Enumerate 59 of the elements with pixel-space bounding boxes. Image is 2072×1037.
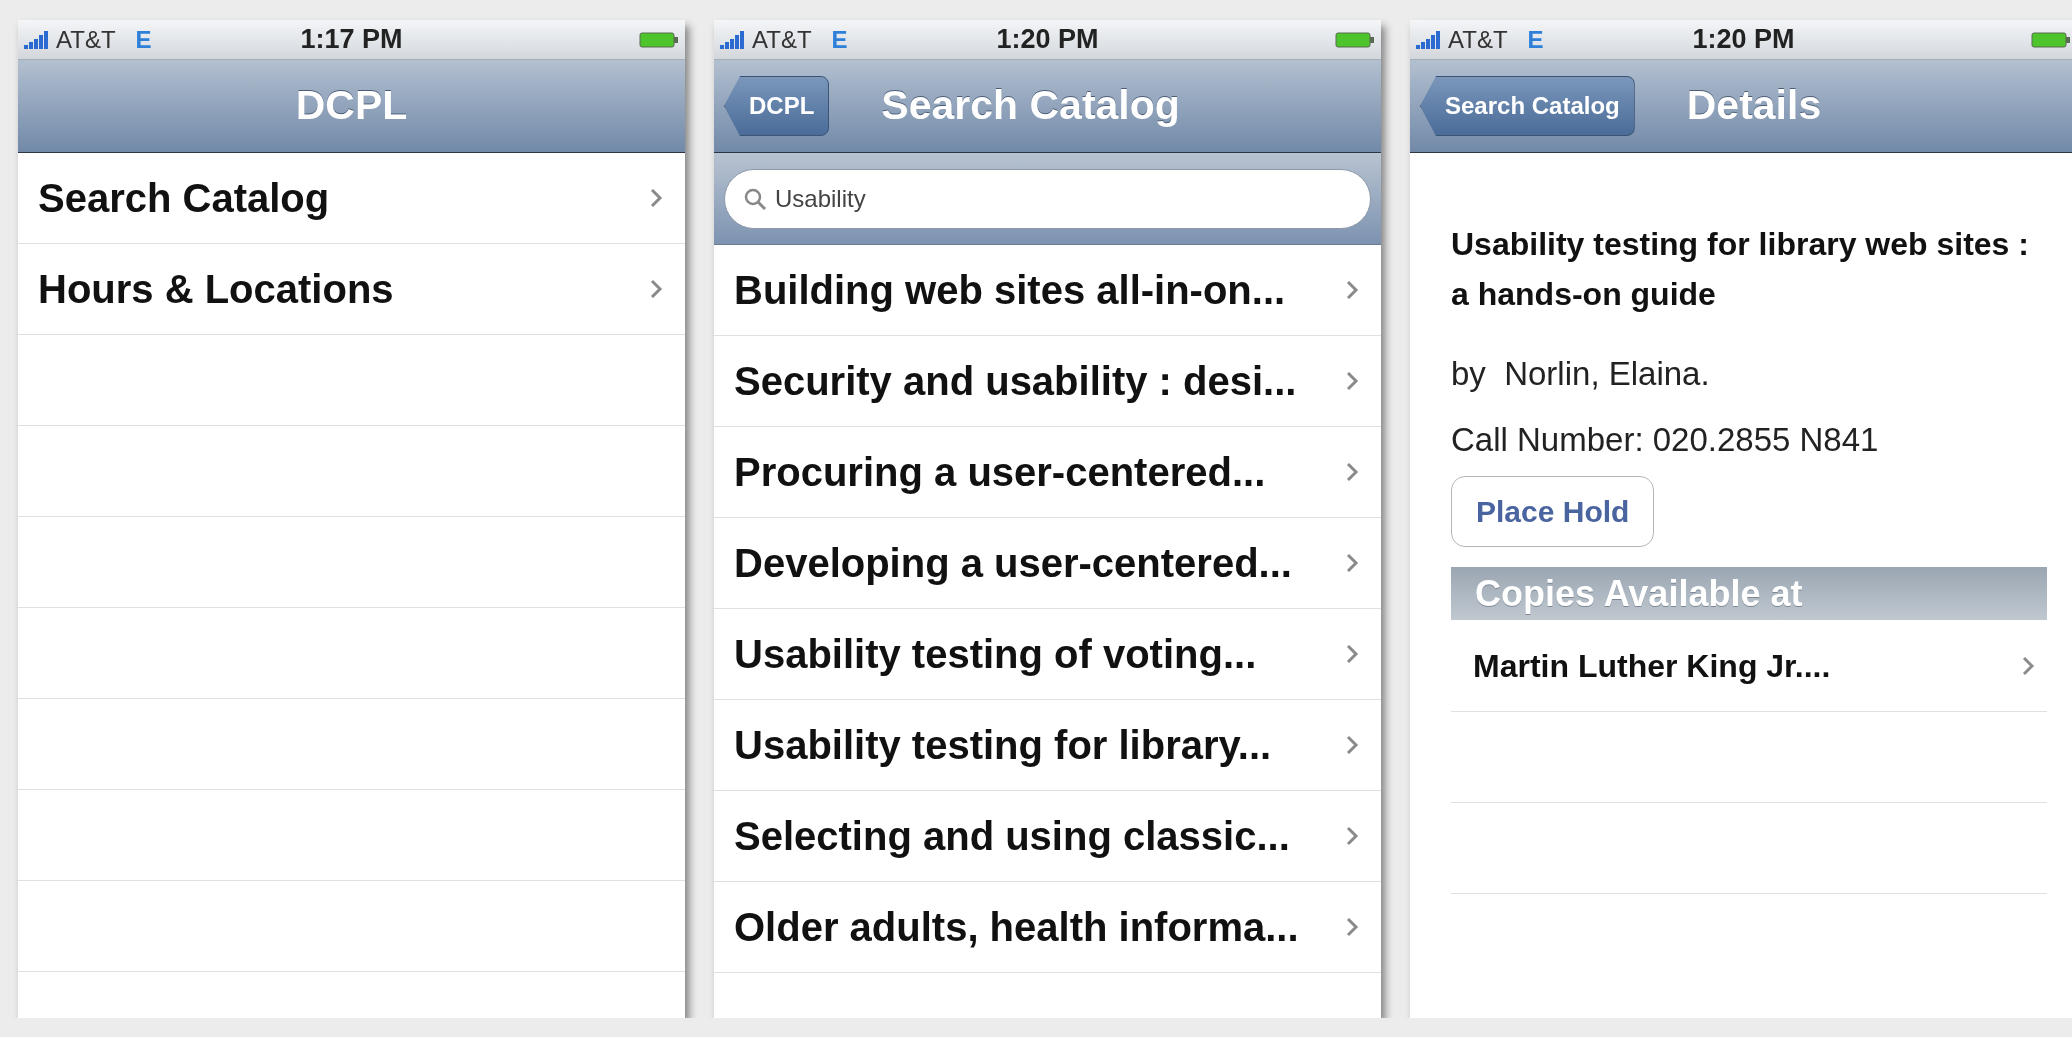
chevron-icon bbox=[1345, 916, 1359, 938]
list-row[interactable]: Developing a user-centered... bbox=[714, 518, 1381, 609]
list-row[interactable]: Selecting and using classic... bbox=[714, 791, 1381, 882]
row-label: Building web sites all-in-on... bbox=[734, 267, 1286, 314]
network-type: E bbox=[135, 24, 152, 55]
list-row[interactable]: Procuring a user-centered... bbox=[714, 427, 1381, 518]
list-row[interactable]: Older adults, health informa... bbox=[714, 882, 1381, 973]
back-button[interactable]: DCPL bbox=[724, 76, 830, 136]
list-row[interactable]: Building web sites all-in-on... bbox=[714, 245, 1381, 336]
list-row[interactable]: Search Catalog bbox=[18, 153, 685, 244]
list-row[interactable]: Usability testing for library... bbox=[714, 700, 1381, 791]
battery-icon bbox=[1335, 31, 1375, 48]
row-label: Martin Luther King Jr.... bbox=[1473, 646, 1831, 686]
row-label: Usability testing for library... bbox=[734, 722, 1272, 769]
search-icon bbox=[743, 186, 767, 211]
chevron-icon bbox=[649, 187, 663, 209]
status-time: 1:20 PM bbox=[996, 23, 1099, 57]
status-time: 1:17 PM bbox=[300, 23, 403, 57]
chevron-icon bbox=[2021, 654, 2035, 677]
book-title: Usability testing for library web sites : a hands-on guide bbox=[1451, 225, 2030, 314]
carrier-name: AT&T bbox=[56, 24, 116, 55]
row-label: Hours & Locations bbox=[38, 266, 394, 313]
row-label: Security and usability : desi... bbox=[734, 358, 1297, 405]
row-label: Selecting and using classic... bbox=[734, 813, 1290, 860]
status-time: 1:20 PM bbox=[1692, 23, 1795, 57]
chevron-icon bbox=[1345, 825, 1359, 847]
row-label: Procuring a user-centered... bbox=[734, 449, 1266, 496]
network-type: E bbox=[1527, 24, 1544, 55]
chevron-icon bbox=[649, 278, 663, 300]
back-button[interactable]: Search Catalog bbox=[1420, 76, 1635, 136]
chevron-icon bbox=[1345, 279, 1359, 301]
nav-title: Details bbox=[1686, 81, 1822, 131]
nav-title: Search Catalog bbox=[881, 81, 1180, 131]
author-text: by Norlin, Elaina. bbox=[1451, 354, 1711, 394]
chevron-icon bbox=[1345, 734, 1359, 756]
list-row[interactable]: Usability testing of voting... bbox=[714, 609, 1381, 700]
place-hold-button[interactable]: Place Hold bbox=[1451, 476, 1655, 547]
battery-icon bbox=[2031, 31, 2071, 48]
row-label: Usability testing of voting... bbox=[734, 631, 1257, 678]
signal-icon bbox=[24, 30, 50, 49]
carrier-name: AT&T bbox=[752, 24, 812, 55]
chevron-icon bbox=[1345, 461, 1359, 483]
search-field[interactable]: Usability bbox=[724, 168, 1371, 229]
list-row[interactable]: Hours & Locations bbox=[18, 244, 685, 335]
chevron-icon bbox=[1345, 552, 1359, 574]
list-row[interactable]: Security and usability : desi... bbox=[714, 336, 1381, 427]
nav-title: DCPL bbox=[295, 81, 408, 131]
signal-icon bbox=[1416, 30, 1442, 49]
call-number: Call Number: 020.2855 N841 bbox=[1451, 419, 1880, 460]
section-header: Copies Available at bbox=[1451, 567, 2047, 620]
battery-icon bbox=[639, 31, 679, 48]
network-type: E bbox=[831, 24, 848, 55]
chevron-icon bbox=[1345, 370, 1359, 392]
carrier-name: AT&T bbox=[1448, 24, 1508, 55]
row-label: Developing a user-centered... bbox=[734, 540, 1292, 587]
row-label: Search Catalog bbox=[38, 175, 330, 222]
row-label: Older adults, health informa... bbox=[734, 904, 1299, 951]
chevron-icon bbox=[1345, 643, 1359, 665]
signal-icon bbox=[720, 30, 746, 49]
